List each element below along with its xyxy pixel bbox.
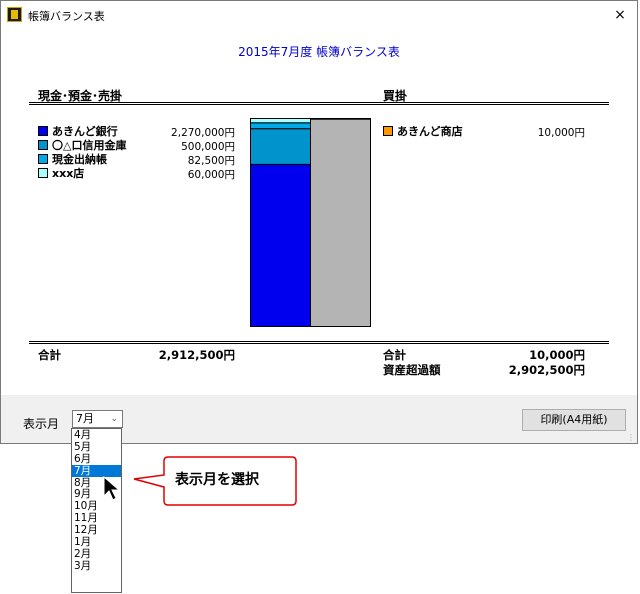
legend-item-akindo-bank: あきんど銀行 [38, 124, 118, 138]
asset-bar-segment-2 [250, 122, 311, 130]
month-option-3[interactable]: 3月 [72, 560, 121, 572]
legend-label: あきんど商店 [397, 125, 463, 138]
asset-bar-segment-1 [250, 128, 311, 165]
month-option-4[interactable]: 4月 [72, 429, 121, 441]
liabilities-total-amount: 10,000円 [529, 348, 585, 362]
print-button[interactable]: 印刷(A4用紙) [522, 409, 626, 431]
mouse-cursor-icon [103, 476, 121, 501]
legend-item-xxx-store: xxx店 [38, 166, 84, 180]
legend-label: xxx店 [52, 167, 85, 180]
legend-swatch [383, 126, 393, 136]
month-option-6[interactable]: 6月 [72, 453, 121, 465]
total-rule-top [29, 341, 609, 342]
asset-bar-segment-0 [250, 163, 311, 327]
legend-item-credit-union: 〇△口信用金庫 [38, 138, 126, 152]
assets-total-label: 合計 [38, 348, 61, 362]
legend-amount: 60,000円 [187, 169, 235, 181]
window-title: 帳簿バランス表 [28, 10, 105, 23]
month-label: 表示月 [23, 417, 60, 431]
excess-amount: 2,902,500円 [508, 363, 585, 377]
resize-grip-icon[interactable]: ⋮ [627, 433, 635, 442]
chevron-down-icon: ⌄ [110, 414, 118, 424]
month-option-1[interactable]: 1月 [72, 536, 121, 548]
close-button[interactable]: × [609, 5, 631, 25]
month-option-12[interactable]: 12月 [72, 524, 121, 536]
legend-item-cash-ledger: 現金出納帳 [38, 152, 107, 166]
legend-amount: 82,500円 [187, 155, 235, 167]
month-select[interactable]: 7月 ⌄ [72, 410, 123, 428]
title-bar: 帳簿バランス表 × [1, 1, 637, 29]
report-title: 2015年7月度 帳簿バランス表 [238, 45, 400, 59]
legend-amount: 2,270,000円 [171, 127, 235, 139]
legend-amount: 10,000円 [537, 127, 585, 139]
month-option-2[interactable]: 2月 [72, 548, 121, 560]
app-icon [7, 7, 22, 22]
header-rule-top [29, 102, 609, 103]
asset-bar-segment-3 [250, 118, 311, 124]
month-option-5[interactable]: 5月 [72, 441, 121, 453]
month-option-7[interactable]: 7月 [72, 464, 121, 477]
callout-text: 表示月を選択 [175, 472, 259, 488]
month-option-10[interactable]: 10月 [72, 500, 121, 512]
liabilities-total-label: 合計 [383, 348, 406, 362]
month-dropdown-list: 4月 5月 6月 7月 8月 9月 10月 11月 12月 1月 2月 3月 [71, 428, 122, 593]
legend-swatch [38, 168, 48, 178]
legend-swatch [38, 154, 48, 164]
legend-swatch [38, 126, 48, 136]
balance-bar-chart [250, 118, 371, 327]
total-rule-bottom [29, 343, 609, 344]
excess-label: 資産超過額 [383, 363, 441, 377]
balance-window: 帳簿バランス表 × 2015年7月度 帳簿バランス表 現金･預金･売掛 買掛 あ… [0, 0, 638, 444]
assets-total-amount: 2,912,500円 [158, 348, 235, 362]
month-select-value: 7月 [76, 412, 94, 425]
legend-item-akindo-store: あきんど商店 [383, 124, 463, 138]
legend-amount: 500,000円 [181, 141, 235, 153]
month-option-11[interactable]: 11月 [72, 512, 121, 524]
header-rule-bottom [29, 104, 609, 105]
legend-swatch [38, 140, 48, 150]
excess-bar-segment [310, 118, 371, 327]
